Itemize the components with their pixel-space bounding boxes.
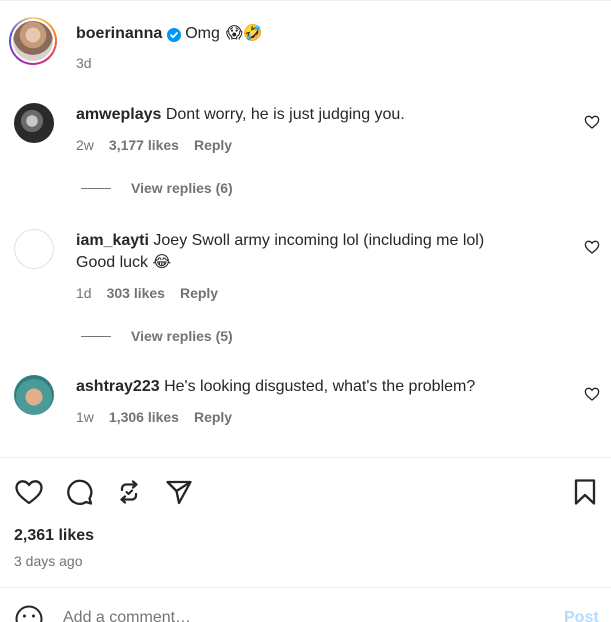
verified-badge-icon — [167, 27, 182, 42]
comment-text-line2: Good luck 😂 — [76, 254, 172, 271]
comment-like-icon[interactable] — [584, 114, 600, 130]
caption-emojis: 😱🤣 — [225, 25, 263, 42]
add-comment-input[interactable] — [63, 606, 503, 622]
post-button[interactable]: Post — [564, 609, 599, 622]
view-replies-button[interactable]: View replies (6) — [81, 180, 233, 196]
repost-icon[interactable] — [114, 477, 144, 507]
comment-username[interactable]: ashtray223 — [76, 378, 160, 395]
reply-button[interactable]: Reply — [180, 285, 218, 301]
comment-text: Joey Swoll army incoming lol (including … — [153, 232, 485, 249]
top-border — [0, 0, 611, 1]
comment-box-divider — [0, 587, 611, 588]
view-replies-label: View replies (5) — [131, 328, 233, 344]
view-replies-button[interactable]: View replies (5) — [81, 328, 233, 344]
comment-avatar[interactable] — [14, 103, 54, 143]
comment-username[interactable]: amweplays — [76, 106, 161, 123]
comment-likes[interactable]: 303 likes — [107, 285, 165, 301]
actions-divider — [0, 457, 611, 458]
comment-icon[interactable] — [64, 477, 94, 507]
caption-avatar[interactable] — [9, 17, 57, 65]
view-replies-label: View replies (6) — [131, 180, 233, 196]
reply-button[interactable]: Reply — [194, 137, 232, 153]
bookmark-icon[interactable] — [570, 477, 600, 507]
comment-like-icon[interactable] — [584, 386, 600, 402]
comment-like-icon[interactable] — [584, 239, 600, 255]
reply-button[interactable]: Reply — [194, 409, 232, 425]
comment-likes[interactable]: 3,177 likes — [109, 137, 179, 153]
comment-likes[interactable]: 1,306 likes — [109, 409, 179, 425]
comment-avatar[interactable] — [14, 229, 54, 269]
comment-text: Dont worry, he is just judging you. — [165, 106, 405, 123]
heart-icon[interactable] — [14, 477, 44, 507]
caption-username[interactable]: boerinanna — [76, 23, 162, 45]
comment-text: He's looking disgusted, what's the probl… — [164, 378, 476, 395]
view-replies-line — [81, 335, 111, 337]
comment-username[interactable]: iam_kayti — [76, 232, 149, 249]
share-icon[interactable] — [164, 477, 194, 507]
comment-time: 2w — [76, 137, 94, 153]
add-comment-bar: Post — [0, 598, 611, 622]
post-date: 3 days ago — [14, 553, 83, 569]
view-replies-line — [81, 187, 111, 189]
comment-time: 1d — [76, 285, 92, 301]
emoji-icon[interactable] — [14, 604, 44, 622]
caption-text: Omg — [185, 25, 220, 42]
caption-time: 3d — [76, 55, 92, 71]
comment-avatar[interactable] — [14, 375, 54, 415]
comment-time: 1w — [76, 409, 94, 425]
post-likes[interactable]: 2,361 likes — [14, 527, 94, 545]
